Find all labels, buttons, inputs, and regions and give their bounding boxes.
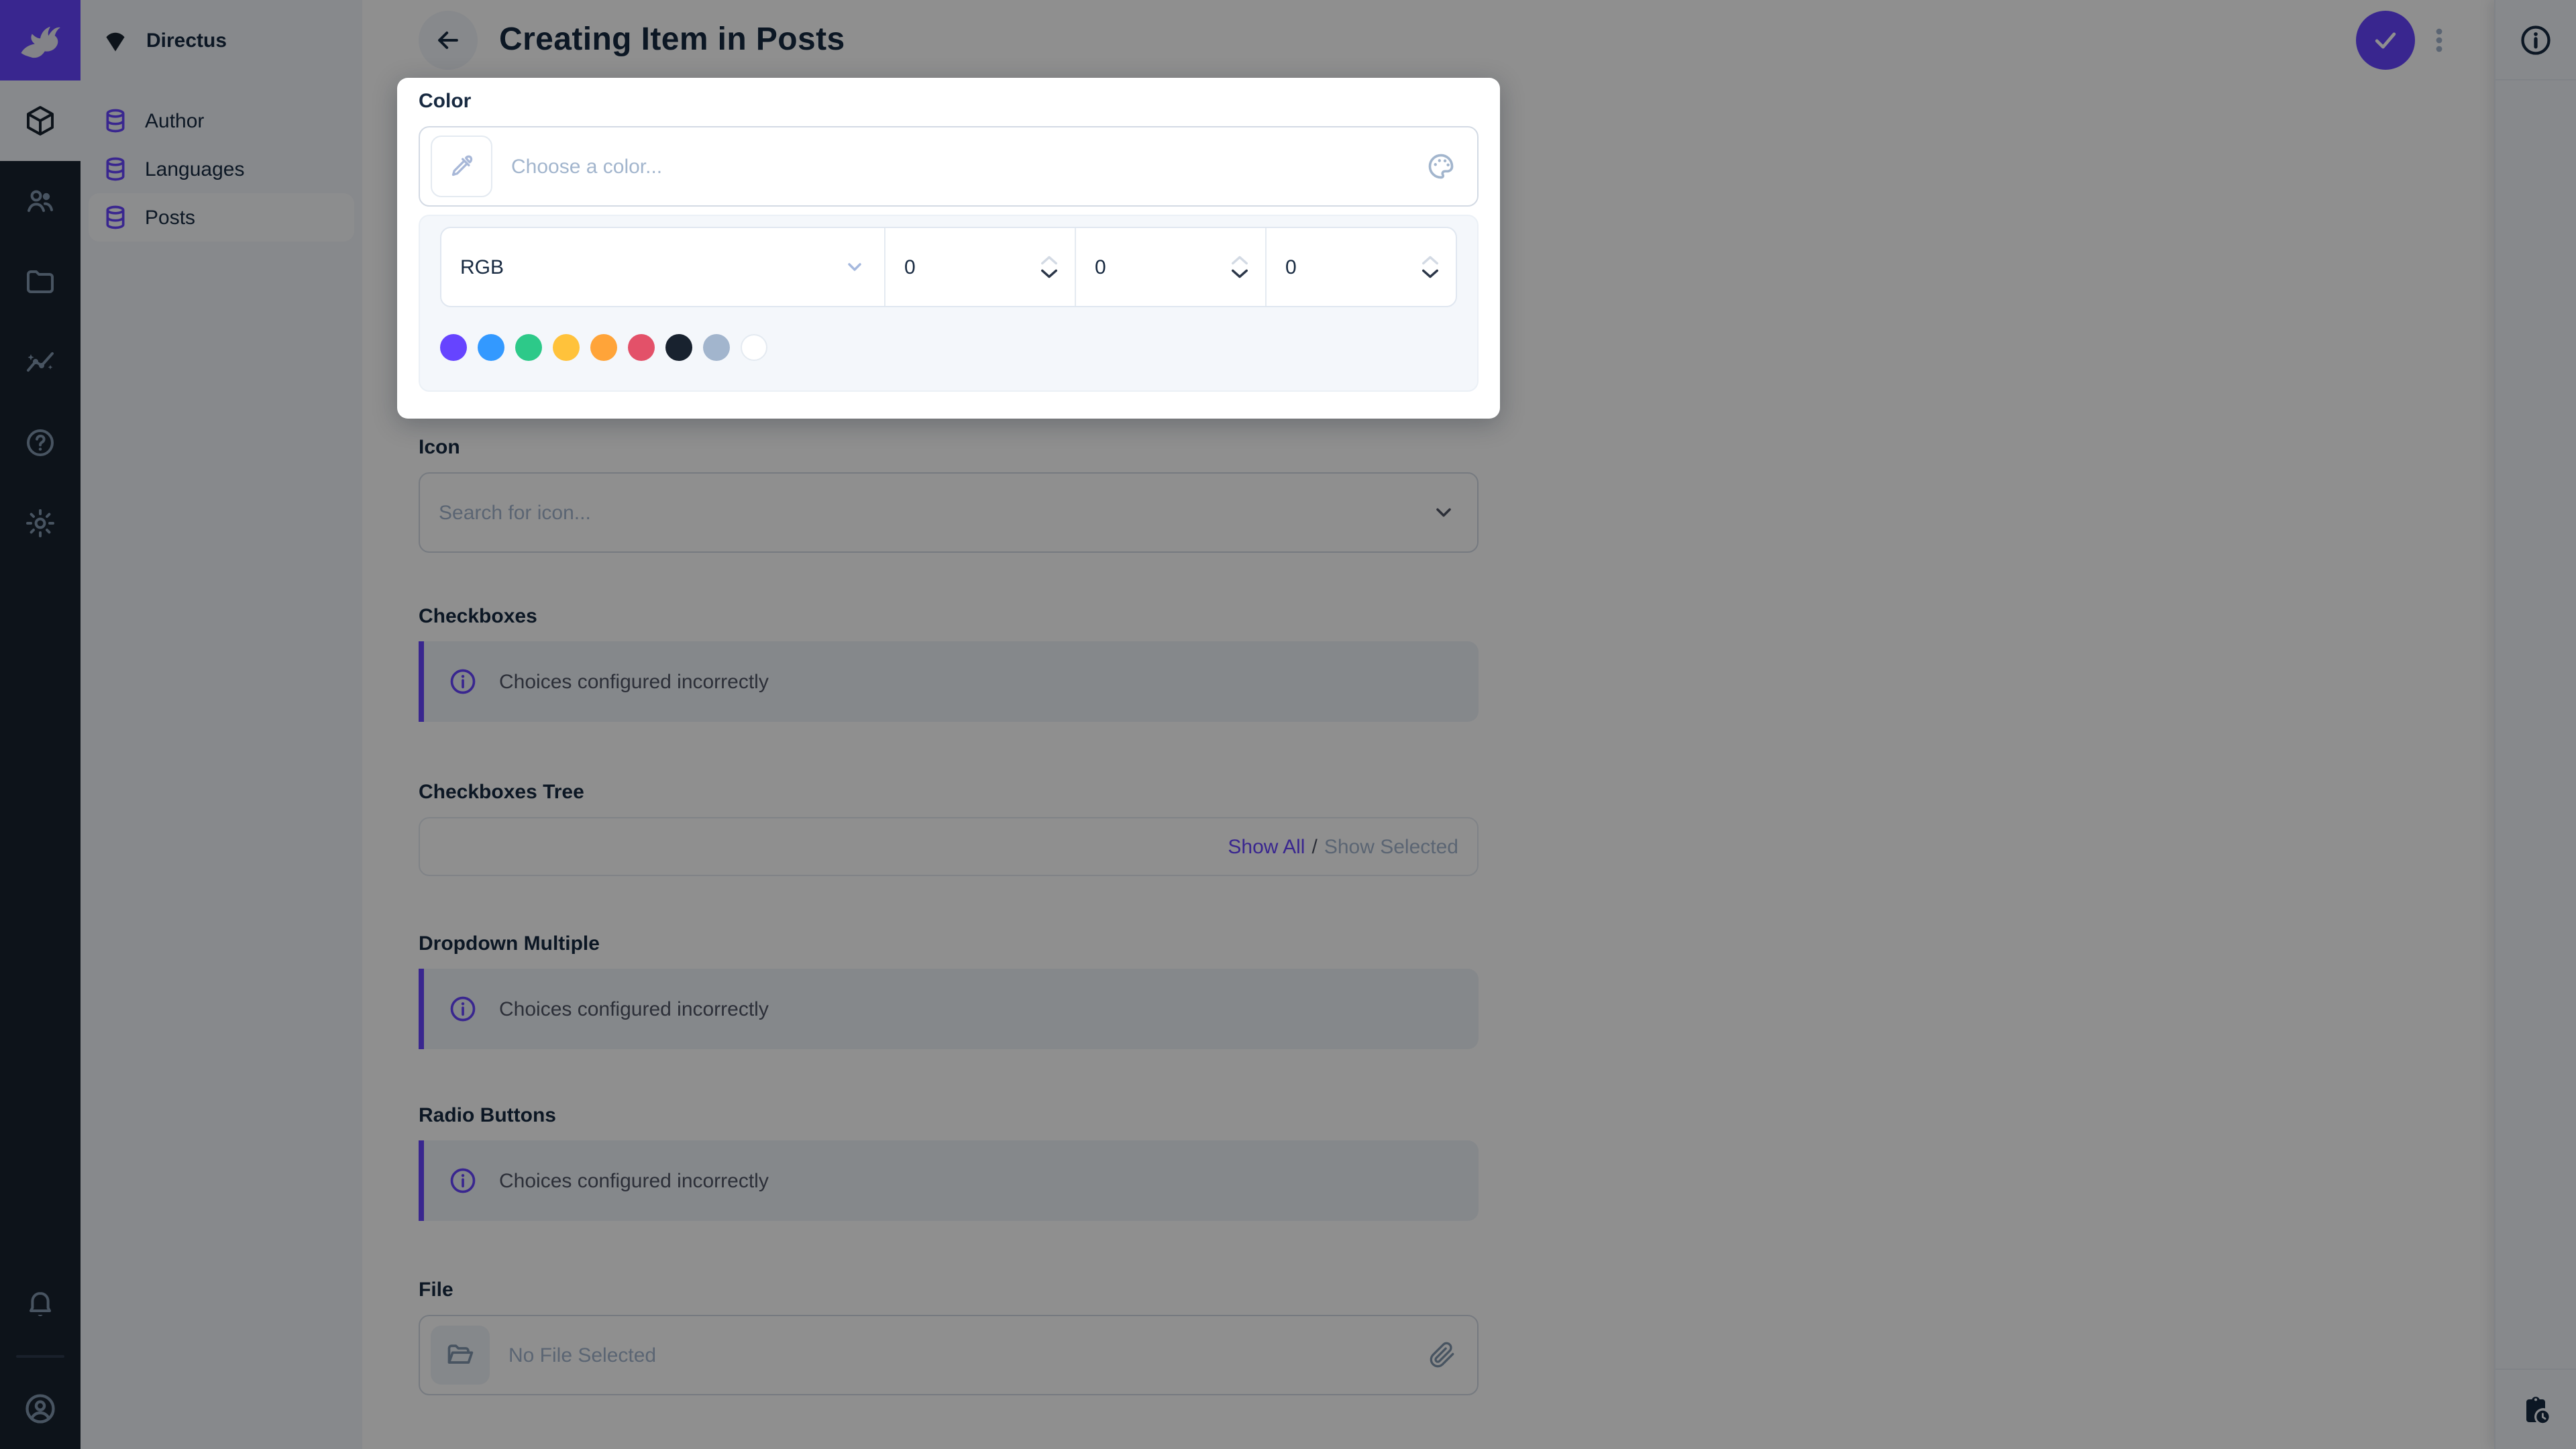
color-field-popover: Color Choose a color... RGB 0 0 0	[397, 78, 1500, 419]
eyedropper-button[interactable]	[431, 136, 492, 197]
swatch-green[interactable]	[515, 334, 542, 361]
chevron-up-icon[interactable]	[1421, 255, 1440, 266]
swatch-black[interactable]	[665, 334, 692, 361]
color-swatches	[440, 334, 1457, 361]
green-stepper[interactable]	[1230, 255, 1249, 279]
swatch-red[interactable]	[628, 334, 655, 361]
chevron-down-icon[interactable]	[1421, 268, 1440, 279]
swatch-white[interactable]	[741, 334, 767, 361]
blue-stepper[interactable]	[1421, 255, 1440, 279]
red-stepper[interactable]	[1040, 255, 1059, 279]
color-mode-select[interactable]: RGB	[441, 228, 885, 306]
green-value-input[interactable]: 0	[1076, 228, 1267, 306]
chevron-up-icon[interactable]	[1040, 255, 1059, 266]
blue-value-input[interactable]: 0	[1267, 228, 1456, 306]
swatch-purple[interactable]	[440, 334, 467, 361]
color-input[interactable]: Choose a color...	[419, 126, 1479, 207]
eyedropper-icon	[448, 153, 475, 180]
chevron-up-icon[interactable]	[1230, 255, 1249, 266]
green-value: 0	[1095, 256, 1106, 278]
red-value-input[interactable]: 0	[885, 228, 1076, 306]
swatch-yellow[interactable]	[553, 334, 580, 361]
swatch-blue[interactable]	[478, 334, 504, 361]
color-mode-value: RGB	[460, 256, 504, 278]
blue-value: 0	[1285, 256, 1297, 278]
palette-icon[interactable]	[1426, 152, 1456, 181]
red-value: 0	[904, 256, 916, 278]
swatch-gray[interactable]	[703, 334, 730, 361]
color-picker-menu: RGB 0 0 0	[419, 215, 1479, 392]
swatch-orange[interactable]	[590, 334, 617, 361]
color-mode-row: RGB 0 0 0	[440, 227, 1457, 307]
chevron-down-icon[interactable]	[1040, 268, 1059, 279]
directus-app: Directus Author Languages Posts Creating…	[0, 0, 2576, 1449]
field-label: Color	[419, 90, 472, 113]
chevron-down-icon	[844, 256, 865, 278]
color-placeholder: Choose a color...	[511, 155, 663, 178]
chevron-down-icon[interactable]	[1230, 268, 1249, 279]
